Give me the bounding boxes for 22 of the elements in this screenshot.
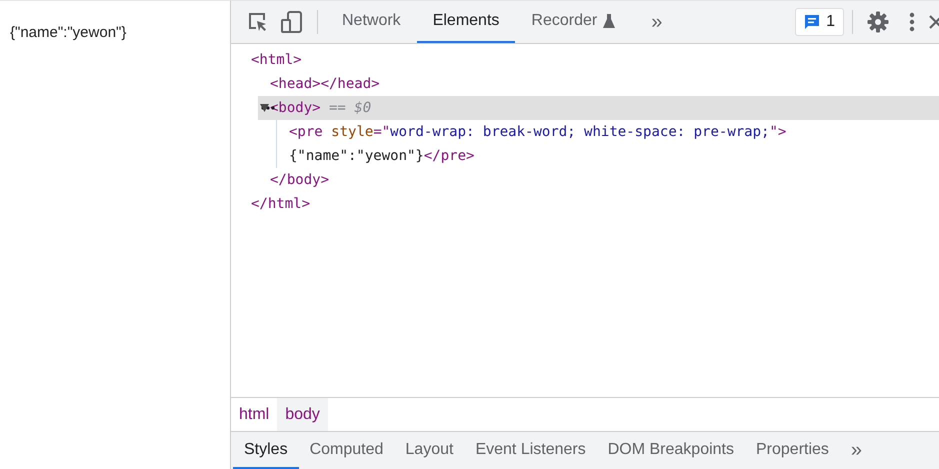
- breadcrumb[interactable]: body: [277, 398, 328, 431]
- code-line[interactable]: </html>: [251, 192, 310, 216]
- more-tabs-button[interactable]: »: [840, 432, 874, 469]
- sidebar-tab[interactable]: Layout: [394, 432, 464, 469]
- code-line[interactable]: <pre style="word-wrap: break-word; white-space: pre-wrap;">: [289, 120, 786, 144]
- json-text: {"name":"yewon"}: [10, 24, 126, 41]
- code-line[interactable]: <body> == $0: [270, 96, 372, 120]
- panel-tab[interactable]: Network: [326, 1, 417, 43]
- issues-button[interactable]: 1: [795, 8, 844, 36]
- more-tabs-button[interactable]: »: [641, 7, 672, 37]
- sidebar-tab[interactable]: Event Listeners: [464, 432, 597, 469]
- code-line[interactable]: </body>: [270, 168, 330, 192]
- sidebar-tab[interactable]: DOM Breakpoints: [596, 432, 745, 469]
- panel-tab[interactable]: Elements: [416, 1, 516, 43]
- panel-tab[interactable]: Recorder: [515, 1, 632, 43]
- sidebar-tab[interactable]: Properties: [745, 432, 840, 469]
- code-line[interactable]: <head></head>: [270, 72, 380, 96]
- breadcrumb[interactable]: html: [231, 398, 278, 431]
- code-line[interactable]: {"name":"yewon"}</pre>: [289, 144, 474, 168]
- sidebar-tab[interactable]: Styles: [233, 432, 299, 469]
- code-line[interactable]: <html>: [251, 48, 302, 72]
- sidebar-tab[interactable]: Computed: [298, 432, 394, 469]
